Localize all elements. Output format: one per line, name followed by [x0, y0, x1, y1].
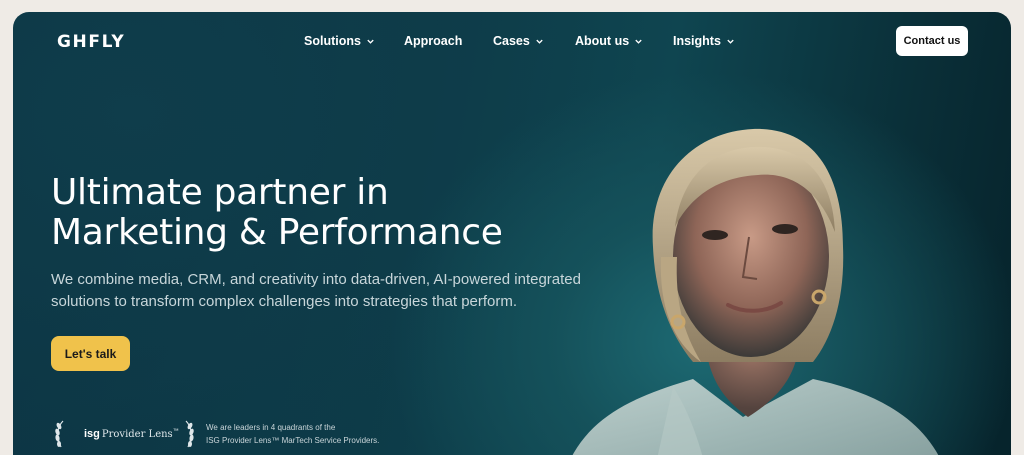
brand-logo[interactable]: GHFLY	[57, 32, 125, 52]
isg-provider-lens-logo: isg Provider Lens™	[84, 428, 179, 440]
nav-item-label: About us	[575, 34, 630, 48]
nav-item-solutions[interactable]: Solutions	[304, 34, 375, 48]
subtext-line: solutions to transform complex challenge…	[51, 293, 518, 310]
chevron-down-icon	[635, 39, 642, 44]
isg-label: Provider Lens	[101, 429, 173, 440]
nav-item-label: Cases	[493, 34, 530, 48]
subtext-line: We combine media, CRM, and creativity in…	[51, 271, 581, 288]
nav-item-insights[interactable]: Insights	[673, 34, 735, 48]
nav-item-label: Solutions	[304, 34, 361, 48]
headline-line: Marketing & Performance	[51, 212, 503, 253]
nav-item-label: Approach	[404, 34, 463, 48]
leaders-line: We are leaders in 4 quadrants of the	[206, 423, 336, 432]
chevron-down-icon	[727, 39, 734, 44]
hero-subtext: We combine media, CRM, and creativity in…	[51, 269, 611, 313]
hero-headline: Ultimate partner in Marketing & Performa…	[51, 173, 503, 253]
nav-item-label: Insights	[673, 34, 721, 48]
isg-leaders-text: We are leaders in 4 quadrants of the ISG…	[206, 421, 379, 447]
trademark: ™	[172, 428, 179, 435]
chevron-down-icon	[536, 39, 543, 44]
leaders-line: ISG Provider Lens™ MarTech Service Provi…	[206, 436, 380, 445]
laurel-left-icon	[55, 420, 64, 448]
lets-talk-button[interactable]: Let's talk	[51, 336, 130, 371]
chevron-down-icon	[367, 39, 374, 44]
headline-line: Ultimate partner in	[51, 172, 389, 213]
nav-item-approach[interactable]: Approach	[404, 34, 462, 48]
contact-us-button[interactable]: Contact us	[896, 26, 968, 56]
isg-mark: isg	[84, 428, 100, 440]
nav-item-about-us[interactable]: About us	[575, 34, 643, 48]
hero-section: GHFLY Solutions Approach Cases About us …	[13, 12, 1011, 455]
nav-item-cases[interactable]: Cases	[493, 34, 544, 48]
laurel-right-icon	[185, 420, 194, 448]
